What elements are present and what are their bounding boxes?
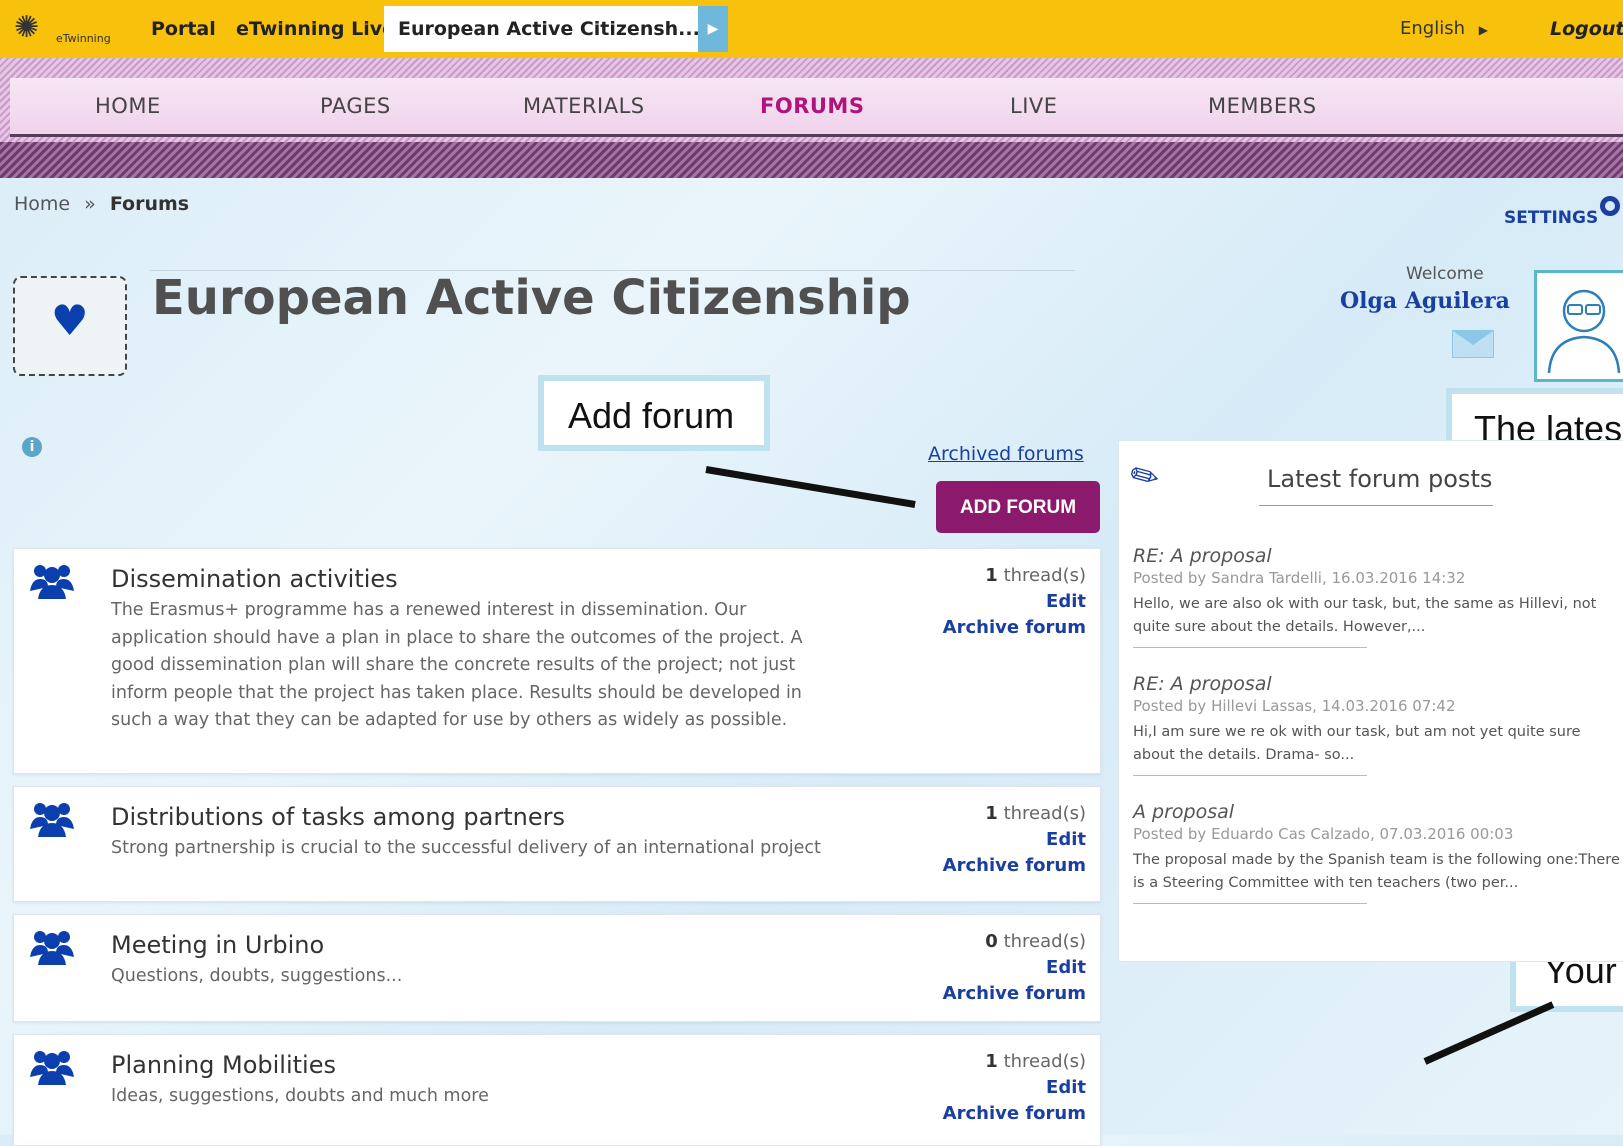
group-icon <box>30 565 74 599</box>
post-item: RE: A proposal Posted by Sandra Tardelli… <box>1133 545 1623 648</box>
favorite-box[interactable]: ♥ <box>13 276 127 376</box>
edit-forum-link[interactable]: Edit <box>1046 957 1086 978</box>
nav-band: HOME PAGES MATERIALS FORUMS LIVE MEMBERS <box>10 78 1623 137</box>
forum-description: Strong partnership is crucial to the suc… <box>111 838 821 858</box>
info-icon[interactable]: i <box>22 437 42 457</box>
post-divider <box>1133 647 1367 648</box>
language-selector[interactable]: English ▶ <box>1400 18 1488 39</box>
nav-forums[interactable]: FORUMS <box>760 94 864 118</box>
edit-forum-link[interactable]: Edit <box>1046 1077 1086 1098</box>
language-label: English <box>1400 18 1465 39</box>
decorative-stripe <box>0 142 1623 178</box>
thread-count-value: 1 <box>985 803 998 824</box>
post-divider <box>1133 775 1367 776</box>
thread-count: 1 thread(s) <box>985 565 1086 586</box>
thread-count: 0 thread(s) <box>985 931 1086 952</box>
archive-forum-link[interactable]: Archive forum <box>943 855 1086 876</box>
thread-count: 1 thread(s) <box>985 1051 1086 1072</box>
nav-materials[interactable]: MATERIALS <box>523 94 645 118</box>
archive-forum-link[interactable]: Archive forum <box>943 617 1086 638</box>
post-excerpt: The proposal made by the Spanish team is… <box>1133 852 1620 891</box>
breadcrumb-separator: » <box>84 193 96 215</box>
page-title: European Active Citizenship <box>152 270 911 326</box>
post-title[interactable]: RE: A proposal <box>1133 545 1623 567</box>
etwinning-logo-icon: ✺ <box>14 10 40 45</box>
user-name-link[interactable]: Olga Aguilera <box>1340 288 1510 314</box>
welcome-label: Welcome <box>1406 264 1484 284</box>
post-item: RE: A proposal Posted by Hillevi Lassas,… <box>1133 673 1623 776</box>
etwinning-logo[interactable]: ✺ eTwinning <box>10 10 120 50</box>
edit-forum-link[interactable]: Edit <box>1046 591 1086 612</box>
archive-forum-link[interactable]: Archive forum <box>943 983 1086 1004</box>
top-bar: ✺ eTwinning Portal eTwinning Live Europe… <box>0 0 1623 58</box>
post-meta: Posted by Hillevi Lassas, 14.03.2016 07:… <box>1133 697 1456 715</box>
latest-posts-panel: ✎ Latest forum posts RE: A proposal Post… <box>1118 440 1623 962</box>
nav-pages[interactable]: PAGES <box>320 94 391 118</box>
post-meta: Posted by Sandra Tardelli, 16.03.2016 14… <box>1133 569 1466 587</box>
gear-icon[interactable] <box>1600 196 1620 216</box>
forum-name[interactable]: Planning Mobilities <box>111 1051 336 1079</box>
logout-link[interactable]: Logout <box>1550 18 1623 40</box>
nav-home[interactable]: HOME <box>95 94 161 118</box>
user-silhouette-icon <box>1547 289 1621 374</box>
forum-card: Planning Mobilities Ideas, suggestions, … <box>13 1034 1101 1146</box>
breadcrumb-home[interactable]: Home <box>14 193 70 215</box>
settings-link[interactable]: SETTINGS <box>1504 208 1598 228</box>
callout-add-forum: Add forum <box>538 375 770 451</box>
heart-icon: ♥ <box>51 296 89 345</box>
forum-name[interactable]: Dissemination activities <box>111 565 398 593</box>
callout-pointer-line <box>1423 1001 1555 1065</box>
post-item: A proposal Posted by Eduardo Cas Calzado… <box>1133 801 1623 904</box>
breadcrumb: Home » Forums <box>14 193 189 215</box>
forum-description: Ideas, suggestions, doubts and much more <box>111 1086 489 1106</box>
forum-card: Distributions of tasks among partners St… <box>13 786 1101 902</box>
group-icon <box>30 931 74 965</box>
thread-count: 1 thread(s) <box>985 803 1086 824</box>
forum-name[interactable]: Meeting in Urbino <box>111 931 324 959</box>
archived-forums-link[interactable]: Archived forums <box>928 443 1084 465</box>
latest-posts-title: Latest forum posts <box>1267 465 1493 493</box>
archive-forum-link[interactable]: Archive forum <box>943 1103 1086 1124</box>
breadcrumb-current: Forums <box>109 193 190 215</box>
post-meta: Posted by Eduardo Cas Calzado, 07.03.201… <box>1133 825 1514 843</box>
avatar[interactable] <box>1534 270 1623 382</box>
thread-count-label: thread(s) <box>1003 565 1086 586</box>
active-project-tab[interactable]: European Active Citizensh... <box>384 6 700 52</box>
logo-text: eTwinning <box>56 32 111 45</box>
forum-description: Questions, doubts, suggestions... <box>111 966 403 986</box>
etwinning-live-link[interactable]: eTwinning Live <box>236 18 395 40</box>
post-excerpt: Hi,I am sure we re ok with our task, but… <box>1133 724 1581 763</box>
thread-count-label: thread(s) <box>1003 803 1086 824</box>
group-icon <box>30 1051 74 1085</box>
title-divider <box>1259 505 1493 506</box>
thread-count-label: thread(s) <box>1003 1051 1086 1072</box>
edit-forum-link[interactable]: Edit <box>1046 829 1086 850</box>
add-forum-button[interactable]: ADD FORUM <box>936 481 1100 533</box>
portal-link[interactable]: Portal <box>151 18 216 40</box>
forum-card: Meeting in Urbino Questions, doubts, sug… <box>13 914 1101 1022</box>
thread-count-value: 1 <box>985 1051 998 1072</box>
callout-pointer-line <box>705 466 916 508</box>
pencil-icon: ✎ <box>1122 452 1168 502</box>
thread-count-value: 1 <box>985 565 998 586</box>
triangle-right-icon: ▶ <box>1478 23 1488 37</box>
thread-count-value: 0 <box>985 931 998 952</box>
post-title[interactable]: A proposal <box>1133 801 1623 823</box>
post-divider <box>1133 903 1367 904</box>
play-arrow-icon[interactable]: ▶ <box>698 6 728 52</box>
active-project-tab-label: European Active Citizensh... <box>398 18 700 40</box>
post-title[interactable]: RE: A proposal <box>1133 673 1623 695</box>
forum-card: Dissemination activities The Erasmus+ pr… <box>13 548 1101 774</box>
forum-description: The Erasmus+ programme has a renewed int… <box>111 600 803 730</box>
mail-icon[interactable] <box>1452 330 1494 358</box>
thread-count-label: thread(s) <box>1003 931 1086 952</box>
forum-name[interactable]: Distributions of tasks among partners <box>111 803 565 831</box>
nav-members[interactable]: MEMBERS <box>1208 94 1317 118</box>
callout-add-forum-label: Add forum <box>568 395 735 436</box>
post-excerpt: Hello, we are also ok with our task, but… <box>1133 596 1597 635</box>
nav-live[interactable]: LIVE <box>1010 94 1058 118</box>
group-icon <box>30 803 74 837</box>
